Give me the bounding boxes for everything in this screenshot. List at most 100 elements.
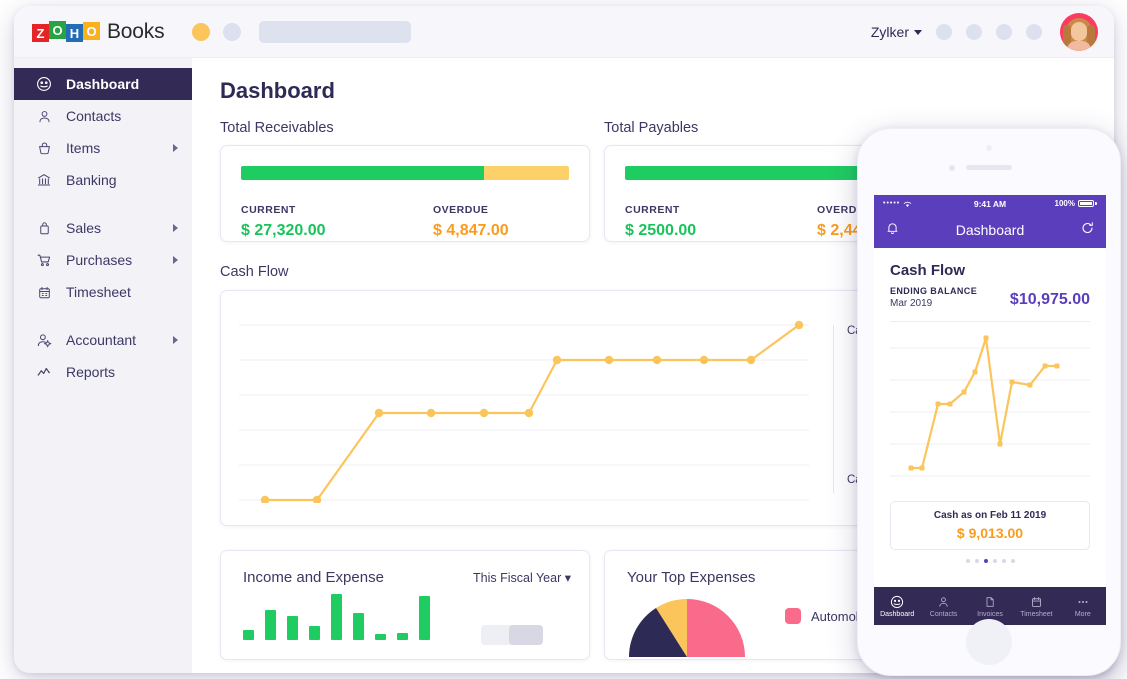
bar (265, 610, 276, 640)
phone-tab-label: More (1074, 610, 1091, 618)
avatar[interactable] (1060, 12, 1098, 51)
phone-tab-dashboard[interactable]: Dashboard (874, 587, 920, 625)
sidebar-item-contacts[interactable]: Contacts (14, 100, 192, 132)
phone-cash-as-on-label: Cash as on Feb 11 2019 (933, 510, 1047, 521)
receivables-overdue-label: OVERDUE (433, 204, 489, 216)
bank-icon (34, 171, 54, 189)
gauge-icon (891, 595, 904, 608)
chevron-down-icon: ▾ (564, 571, 571, 585)
sidebar-item-timesheet[interactable]: Timesheet (14, 276, 192, 308)
receivables-overdue-segment (483, 166, 569, 180)
total-receivables-card[interactable]: CURRENT $ 27,320.00 OVERDUE $ 4,847.00 (220, 145, 590, 242)
sidebar-item-label: Items (66, 140, 101, 156)
top-expenses-title: Your Top Expenses (627, 569, 756, 586)
bar (419, 596, 430, 640)
basket-icon (34, 139, 54, 157)
receivables-overdue: OVERDUE $ 4,847.00 (433, 204, 509, 240)
wifi-icon (904, 201, 912, 207)
page-dot-active[interactable] (983, 559, 988, 563)
avatar-face (1071, 21, 1087, 41)
phone-period-label: Mar 2019 (890, 298, 933, 309)
zoho-books-logo[interactable]: Z O H O Books (32, 20, 165, 44)
sidebar: Dashboard Contacts Items Banking Sales P… (14, 58, 192, 673)
phone-mockup: ••••• 9:41 AM 100% Dashboard Cash Flow E… (857, 128, 1121, 676)
topbar-icon-placeholder-4[interactable] (1026, 23, 1042, 40)
sidebar-item-items[interactable]: Items (14, 132, 192, 164)
cashflow-legend-divider (833, 325, 834, 493)
income-and-expense-filter[interactable]: This Fiscal Year ▾ (473, 570, 571, 585)
bar (353, 613, 364, 640)
sidebar-item-label: Reports (66, 364, 116, 380)
phone-screen: ••••• 9:41 AM 100% Dashboard Cash Flow E… (874, 195, 1106, 625)
calendar-icon (34, 283, 54, 301)
sidebar-item-label: Sales (66, 220, 102, 236)
sidebar-item-banking[interactable]: Banking (14, 164, 192, 196)
bar (375, 634, 386, 640)
receivables-overdue-value: $ 4,847.00 (433, 222, 509, 239)
logo-tile-h: H (66, 24, 83, 42)
phone-dashboard-body: Cash Flow ENDING BALANCE Mar 2019 $10,97… (874, 248, 1106, 563)
page-dot[interactable] (1001, 559, 1006, 563)
refresh-icon[interactable] (1080, 220, 1095, 239)
signal-dots-icon: ••••• (883, 200, 901, 207)
logo-tile-z: Z (32, 24, 49, 42)
receivables-current-label: CURRENT (241, 204, 296, 216)
sidebar-item-label: Accountant (66, 332, 137, 348)
bar (243, 630, 254, 640)
org-name-label: Zylker (870, 23, 909, 40)
payables-current-label: CURRENT (625, 204, 680, 216)
bell-icon[interactable] (885, 220, 900, 239)
org-switcher[interactable]: Zylker (871, 24, 922, 40)
sidebar-item-label: Banking (66, 172, 117, 188)
battery-icon (1078, 200, 1094, 207)
sidebar-item-sales[interactable]: Sales (14, 212, 192, 244)
bar (287, 616, 298, 640)
phone-tab-label: Dashboard (880, 610, 915, 618)
receivables-progress-bar (241, 166, 569, 180)
income-and-expense-filter-label: This Fiscal Year (473, 571, 562, 585)
page-dot[interactable] (965, 559, 970, 563)
chevron-down-icon (914, 30, 922, 36)
income-and-expense-title: Income and Expense (243, 569, 384, 586)
gauge-icon (34, 75, 54, 93)
phone-home-button[interactable] (966, 619, 1012, 665)
phone-page-dots (890, 559, 1090, 563)
toolbar-yellow-dot[interactable] (192, 22, 211, 41)
logo-tile-o2: O (83, 22, 100, 40)
cart-icon (34, 251, 54, 269)
sidebar-item-purchases[interactable]: Purchases (14, 244, 192, 276)
total-receivables-title: Total Receivables (220, 120, 334, 136)
page-dot[interactable] (1010, 559, 1015, 563)
phone-tab-timesheet[interactable]: Timesheet (1013, 587, 1059, 625)
user-gear-icon (34, 331, 54, 349)
page-title: Dashboard (220, 78, 335, 103)
phone-battery: 100% (1055, 199, 1097, 208)
topbar-icon-placeholder-3[interactable] (996, 23, 1012, 40)
payables-current: CURRENT $ 2500.00 (625, 204, 817, 240)
cashflow-line-chart (239, 320, 809, 503)
receivables-legend: CURRENT $ 27,320.00 OVERDUE $ 4,847.00 (241, 204, 569, 240)
user-icon (34, 107, 54, 125)
document-icon (986, 596, 994, 607)
topbar-icon-placeholder-1[interactable] (936, 23, 952, 40)
sidebar-item-label: Dashboard (66, 76, 140, 92)
page-dot[interactable] (974, 559, 979, 563)
sidebar-item-accountant[interactable]: Accountant (14, 324, 192, 356)
income-and-expense-card[interactable]: Income and Expense This Fiscal Year ▾ (220, 550, 590, 660)
phone-tab-contacts[interactable]: Contacts (920, 587, 966, 625)
phone-ending-balance-amount: $10,975.00 (1009, 291, 1090, 308)
calendar-icon (1031, 596, 1041, 607)
user-icon (939, 596, 948, 607)
phone-tab-more[interactable]: More (1060, 587, 1106, 625)
page-dot[interactable] (992, 559, 997, 563)
bar (309, 626, 320, 640)
payables-current-value: $ 2500.00 (625, 222, 697, 239)
sidebar-item-dashboard[interactable]: Dashboard (14, 68, 192, 100)
bar (331, 594, 342, 640)
sidebar-item-label: Timesheet (66, 284, 131, 300)
sidebar-item-reports[interactable]: Reports (14, 356, 192, 388)
income-expense-legend-placeholder-2[interactable] (509, 625, 543, 645)
search-input[interactable] (259, 20, 412, 43)
topbar-icon-placeholder-2[interactable] (966, 23, 982, 40)
toolbar-grey-dot[interactable] (223, 22, 242, 41)
